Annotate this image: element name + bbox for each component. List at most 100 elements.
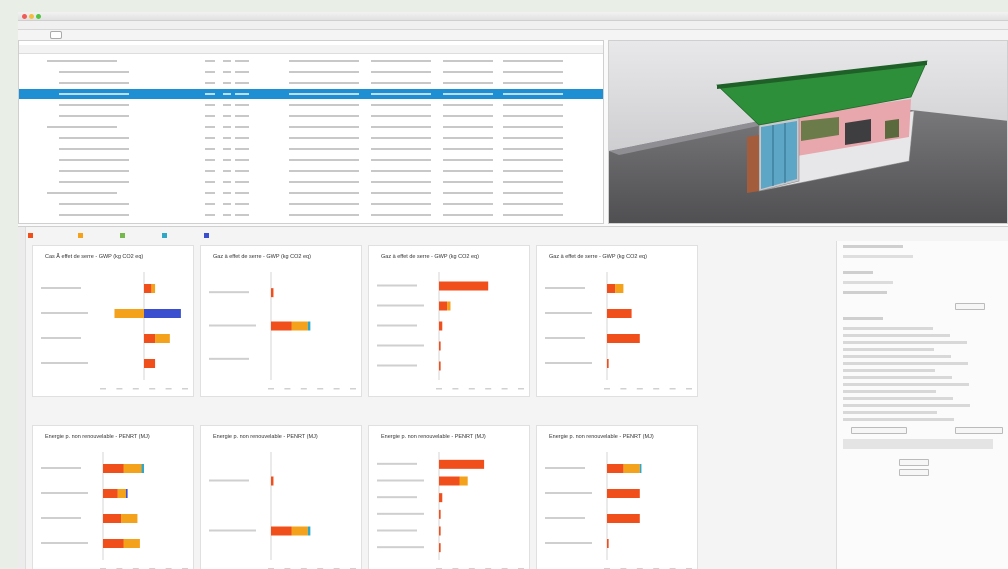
bar-segment[interactable] [151,284,156,293]
bar-segment[interactable] [103,539,124,548]
dropdown[interactable] [843,255,913,258]
legend-item[interactable] [28,233,35,239]
bar-segment[interactable] [439,543,441,553]
bar-segment[interactable] [447,301,451,311]
bar-segment[interactable] [459,476,468,486]
bar-segment[interactable] [271,321,292,331]
toolbar-button[interactable] [50,31,62,39]
chart-panel[interactable]: Gaz à effet de serre - GWP (kg CO2 eq) [368,245,530,397]
bar-segment[interactable] [439,526,441,536]
panel-button[interactable] [955,303,985,310]
chart-panel[interactable]: Gaz à effet de serre - GWP (kg CO2 eq) [200,245,362,397]
bar-segment[interactable] [439,341,441,351]
bar-segment[interactable] [439,476,460,486]
tree-row[interactable] [19,100,603,110]
checkbox-item[interactable] [843,348,934,351]
tree-row[interactable] [19,177,603,187]
bar-segment[interactable] [117,489,126,498]
bar-segment[interactable] [291,321,308,331]
bar-segment[interactable] [155,334,170,343]
bar-segment[interactable] [607,334,640,343]
bar-segment[interactable] [307,321,311,331]
bar-segment[interactable] [123,464,142,473]
bar-segment[interactable] [271,526,292,536]
zoom-window-icon[interactable] [36,14,41,19]
bar-segment[interactable] [144,359,156,368]
bar-segment[interactable] [439,459,485,469]
panel-button[interactable] [851,427,907,434]
tree-row[interactable] [19,67,603,77]
cancel-button[interactable] [899,469,929,476]
bar-segment[interactable] [291,526,308,536]
checkbox-item[interactable] [843,355,951,358]
bar-segment[interactable] [144,309,181,318]
settings-grid[interactable] [843,439,993,449]
tree-row[interactable] [19,89,603,99]
tree-row[interactable] [19,144,603,154]
bar-segment[interactable] [439,509,441,519]
3d-viewport[interactable] [608,40,1008,224]
bar-segment[interactable] [114,309,144,318]
panel-button[interactable] [955,427,1003,434]
tree-row[interactable] [19,78,603,88]
bar-segment[interactable] [607,539,609,548]
bar-segment[interactable] [639,464,642,473]
bar-segment[interactable] [121,514,138,523]
bar-segment[interactable] [439,281,489,291]
checkbox-item[interactable] [843,411,937,414]
bar-segment[interactable] [607,489,640,498]
bar-segment[interactable] [271,288,274,298]
bar-segment[interactable] [439,321,443,331]
chart-panel[interactable]: Energie p. non renouvelable - PENRT (MJ) [32,425,194,569]
bar-segment[interactable] [144,284,152,293]
bar-segment[interactable] [607,309,632,318]
bar-segment[interactable] [103,514,122,523]
bar-segment[interactable] [307,526,311,536]
tree-row[interactable] [19,155,603,165]
bar-segment[interactable] [607,284,616,293]
tree-row[interactable] [19,133,603,143]
chart-panel[interactable]: Energie p. non renouvelable - PENRT (MJ) [368,425,530,569]
bar-segment[interactable] [615,284,624,293]
checkbox-item[interactable] [843,390,936,393]
bar-segment[interactable] [144,334,156,343]
bar-segment[interactable] [103,464,124,473]
bar-segment[interactable] [123,539,140,548]
tree-row[interactable] [19,188,603,198]
checkbox-item[interactable] [843,341,967,344]
icon-row[interactable] [843,281,893,284]
bar-segment[interactable] [141,464,144,473]
checkbox-item[interactable] [843,404,970,407]
legend-item[interactable] [162,233,169,239]
chart-panel[interactable]: Energie p. non renouvelable - PENRT (MJ) [536,425,698,569]
close-window-icon[interactable] [22,14,27,19]
bar-segment[interactable] [623,464,640,473]
minimize-window-icon[interactable] [29,14,34,19]
bar-segment[interactable] [607,464,624,473]
bar-segment[interactable] [607,359,609,368]
tree-row[interactable] [19,199,603,209]
checkbox-item[interactable] [843,362,968,365]
bar-segment[interactable] [439,493,443,503]
bar-segment[interactable] [439,301,448,311]
bar-segment[interactable] [103,489,118,498]
legend-item[interactable] [120,233,127,239]
chart-panel[interactable]: Energie p. non renouvelable - PENRT (MJ) [200,425,362,569]
tree-row[interactable] [19,111,603,121]
tree-row[interactable] [19,210,603,220]
checkbox-item[interactable] [843,334,950,337]
checkbox-item[interactable] [843,369,935,372]
checkbox-item[interactable] [843,376,952,379]
tree-row[interactable] [19,122,603,132]
legend-item[interactable] [78,233,85,239]
ok-button[interactable] [899,459,929,466]
bar-segment[interactable] [439,361,441,371]
bar-segment[interactable] [271,476,274,486]
tree-row[interactable] [19,56,603,66]
chart-panel[interactable]: Gaz à effet de serre - GWP (kg CO2 eq) [536,245,698,397]
bar-segment[interactable] [607,514,640,523]
checkbox-item[interactable] [843,418,954,421]
chart-panel[interactable]: Cas Ã effet de serre - GWP (kg CO2 eq) [32,245,194,397]
tree-row[interactable] [19,166,603,176]
legend-item[interactable] [204,233,211,239]
